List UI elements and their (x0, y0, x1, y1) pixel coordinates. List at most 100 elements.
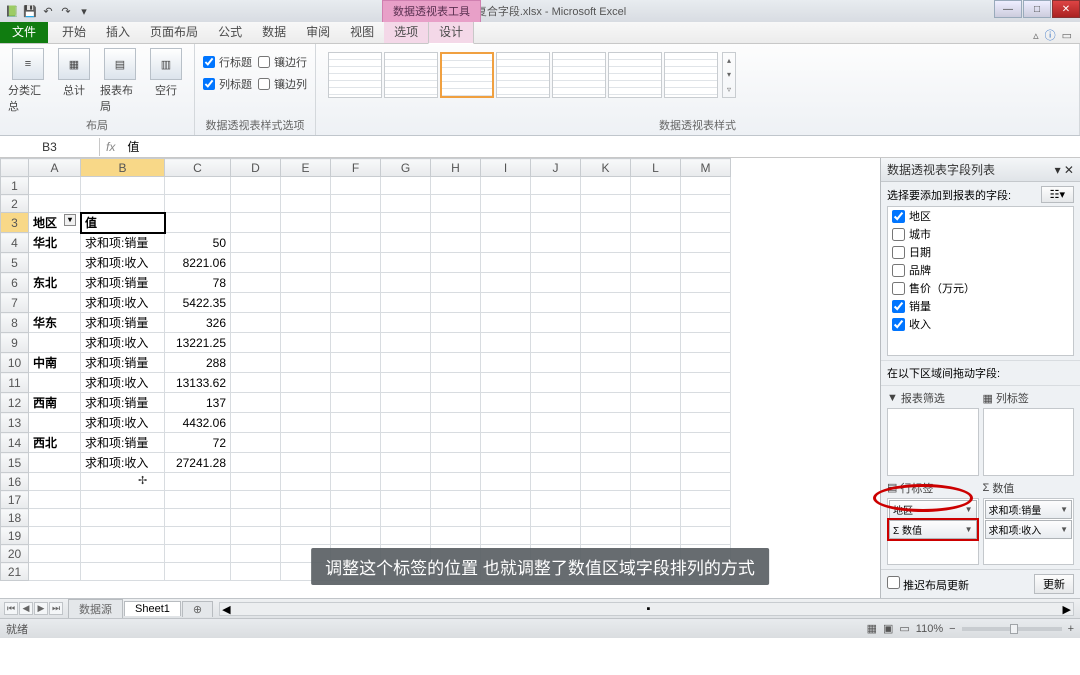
tab-home[interactable]: 开始 (52, 20, 96, 43)
cell[interactable] (631, 527, 681, 545)
cell[interactable] (381, 491, 431, 509)
row-header[interactable]: 18 (1, 509, 29, 527)
cell[interactable] (231, 233, 281, 253)
row-header[interactable]: 15 (1, 453, 29, 473)
chk-banded-rows[interactable]: 镶边行 (258, 54, 307, 70)
cell[interactable] (481, 453, 531, 473)
field-checkbox[interactable]: 售价（万元） (888, 279, 1073, 297)
cell[interactable] (29, 527, 81, 545)
cell[interactable] (531, 253, 581, 273)
area-rows-box[interactable]: 地区▼ Σ 数值▼ (887, 498, 979, 566)
horizontal-scrollbar[interactable]: ◀▪▶ (219, 602, 1074, 616)
cell[interactable]: 华东 (29, 313, 81, 333)
tab-view[interactable]: 视图 (340, 20, 384, 43)
cell[interactable] (281, 509, 331, 527)
cell[interactable] (581, 273, 631, 293)
cell[interactable] (431, 353, 481, 373)
sheet-nav[interactable]: ⏮◀▶⏭ (0, 602, 67, 615)
cell[interactable] (381, 453, 431, 473)
close-button[interactable]: ✕ (1052, 0, 1080, 18)
chk-banded-cols[interactable]: 镶边列 (258, 76, 307, 92)
cell[interactable] (281, 177, 331, 195)
cell[interactable] (381, 313, 431, 333)
blank-rows-button[interactable]: ▥空行 (146, 48, 186, 98)
cell[interactable] (29, 473, 81, 491)
cell[interactable] (581, 177, 631, 195)
row-header[interactable]: 7 (1, 293, 29, 313)
row-header[interactable]: 10 (1, 353, 29, 373)
tab-file[interactable]: 文件 (0, 20, 48, 43)
area-cols-box[interactable] (983, 408, 1075, 476)
cell[interactable] (81, 491, 165, 509)
row-header[interactable]: 8 (1, 313, 29, 333)
area-values-box[interactable]: 求和项:销量▼ 求和项:收入▼ (983, 498, 1075, 566)
cell[interactable] (381, 433, 431, 453)
cell[interactable] (281, 413, 331, 433)
cell[interactable] (481, 313, 531, 333)
view-break-icon[interactable]: ▭ (899, 622, 909, 635)
cell[interactable] (481, 527, 531, 545)
cell[interactable] (431, 509, 481, 527)
cell[interactable] (581, 373, 631, 393)
cell[interactable] (681, 213, 731, 233)
cell[interactable] (231, 293, 281, 313)
field-checkbox[interactable]: 日期 (888, 243, 1073, 261)
pane-close-icon[interactable]: ▾ ✕ (1055, 163, 1074, 177)
zoom-out-button[interactable]: − (949, 623, 955, 635)
cell[interactable] (531, 273, 581, 293)
cell[interactable] (331, 393, 381, 413)
cell[interactable] (165, 563, 231, 581)
cell[interactable] (681, 177, 731, 195)
field-checkbox[interactable]: 地区 (888, 207, 1073, 225)
cell[interactable] (231, 545, 281, 563)
cell[interactable] (631, 491, 681, 509)
cell[interactable] (431, 413, 481, 433)
col-header[interactable]: K (581, 159, 631, 177)
cell[interactable] (281, 393, 331, 413)
cell[interactable] (381, 353, 431, 373)
style-thumb[interactable] (608, 52, 662, 98)
cell[interactable] (165, 195, 231, 213)
row-header[interactable]: 20 (1, 545, 29, 563)
cell[interactable] (481, 353, 531, 373)
cell[interactable] (231, 195, 281, 213)
cell[interactable] (231, 491, 281, 509)
cell[interactable] (581, 393, 631, 413)
cell[interactable] (481, 213, 531, 233)
cell[interactable] (631, 213, 681, 233)
worksheet-grid[interactable]: ABCDEFGHIJKLM123地区▾值4华北求和项:销量505求和项:收入82… (0, 158, 880, 598)
cell[interactable] (681, 273, 731, 293)
cell[interactable] (681, 491, 731, 509)
cell[interactable] (581, 413, 631, 433)
cell[interactable] (681, 293, 731, 313)
cell[interactable] (431, 177, 481, 195)
cell[interactable] (681, 509, 731, 527)
tab-design[interactable]: 设计 (428, 19, 474, 44)
cell[interactable] (481, 473, 531, 491)
cell[interactable] (231, 413, 281, 433)
col-header[interactable]: H (431, 159, 481, 177)
cell[interactable] (281, 491, 331, 509)
style-thumb[interactable] (384, 52, 438, 98)
cell[interactable] (29, 177, 81, 195)
cell[interactable] (431, 473, 481, 491)
cell[interactable] (231, 393, 281, 413)
cell[interactable] (331, 453, 381, 473)
cell[interactable] (29, 545, 81, 563)
style-thumb[interactable] (552, 52, 606, 98)
field-checkbox[interactable]: 城市 (888, 225, 1073, 243)
style-thumb[interactable] (664, 52, 718, 98)
cell[interactable] (481, 177, 531, 195)
cell[interactable] (681, 333, 731, 353)
cell[interactable]: 求和项:收入 (81, 413, 165, 433)
chk-col-headers[interactable]: 列标题 (203, 76, 252, 92)
row-header[interactable]: 12 (1, 393, 29, 413)
cell[interactable] (29, 509, 81, 527)
cell[interactable] (165, 473, 231, 491)
subtotals-button[interactable]: ≡分类汇总 (8, 48, 48, 114)
cell[interactable] (481, 293, 531, 313)
row-header[interactable]: 13 (1, 413, 29, 433)
cell[interactable]: 求和项:销量 (81, 273, 165, 293)
cell[interactable] (631, 509, 681, 527)
cell[interactable] (231, 353, 281, 373)
